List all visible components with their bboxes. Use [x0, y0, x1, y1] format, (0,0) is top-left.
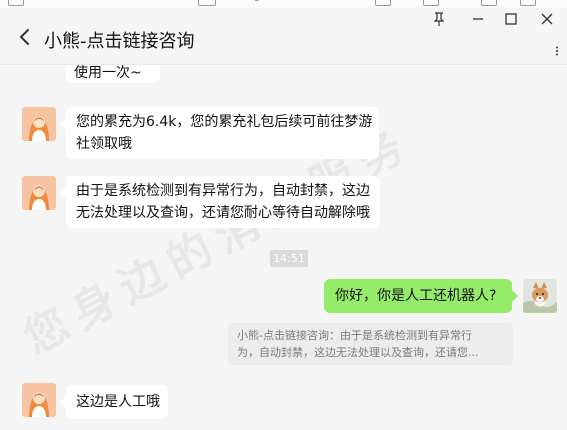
message-bubble[interactable]: 您的累充为6.4k，您的累充礼包后续可前往梦游 社领取哦: [60, 107, 379, 159]
message-bubble[interactable]: 这边是人工哦: [60, 385, 168, 419]
quoted-message[interactable]: 小熊-点击链接咨询：由于是系统检测到有异常行 为，自动封禁，这边无法处理以及查询…: [228, 323, 513, 365]
woman-avatar-icon: [22, 383, 56, 417]
message-line: 无法处理以及查询，还请您耐心等待自动解除哦: [76, 205, 370, 221]
message-line: 社领取哦: [76, 136, 132, 152]
chat-header: 小熊-点击链接咨询: [0, 8, 567, 65]
woman-avatar-icon: [22, 107, 56, 141]
partial-message-text: 使用一次~: [74, 65, 142, 81]
self-avatar[interactable]: [523, 279, 557, 313]
chevron-left-icon[interactable]: [18, 28, 32, 46]
top-strip-icon: [520, 0, 536, 6]
quoted-message-line: 小熊-点击链接咨询：由于是系统检测到有异常行: [237, 329, 472, 342]
chat-title: 小熊-点击链接咨询: [44, 31, 195, 52]
contact-avatar[interactable]: [22, 176, 56, 210]
message-bubble[interactable]: 由于是系统检测到有异常行为，自动封禁，这边 无法处理以及查询，还请您耐心等待自动…: [60, 176, 380, 228]
chat-message-area: 您身边的消费服务 使用一次~ 您的累充为6.4k，您的累充礼包后续可前往梦游 社…: [0, 65, 567, 430]
maximize-icon[interactable]: [501, 10, 521, 28]
woman-avatar-icon: [22, 176, 56, 210]
self-message-text: 你好，你是人工还机器人?: [335, 288, 497, 304]
pin-icon[interactable]: [429, 10, 449, 28]
contact-avatar[interactable]: [22, 107, 56, 141]
top-strip-icon: [198, 0, 216, 6]
top-strip-icon: [375, 0, 391, 6]
message-line: 由于是系统检测到有异常行为，自动封禁，这边: [76, 183, 370, 199]
contact-avatar[interactable]: [22, 383, 56, 417]
message-line: 您的累充为6.4k，您的累充礼包后续可前往梦游: [76, 114, 373, 130]
top-strip-icon: [423, 0, 439, 6]
message-text: 这边是人工哦: [76, 394, 160, 410]
dog-avatar-icon: [523, 279, 557, 313]
wechat-chat-window: 9 小熊-点击链接咨询: [0, 0, 567, 430]
window-controls: [417, 8, 567, 32]
quoted-message-line: 为，自动封禁，这边无法处理以及查询，还请您...: [237, 346, 479, 359]
timestamp: 14:51: [270, 250, 308, 267]
more-vertical-icon[interactable]: [554, 46, 560, 56]
close-icon[interactable]: [537, 10, 557, 28]
top-strip-icon: [481, 0, 497, 6]
top-strip-icon: [8, 0, 24, 6]
top-strip-text: 9: [254, 0, 260, 4]
minimize-icon[interactable]: [468, 10, 488, 28]
partial-message-bubble: 使用一次~: [66, 65, 160, 83]
self-message-bubble[interactable]: 你好，你是人工还机器人?: [324, 279, 518, 313]
